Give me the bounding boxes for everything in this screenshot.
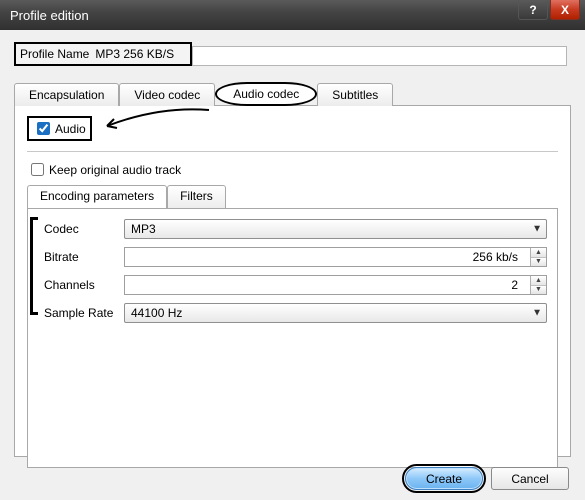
channels-spin-buttons: ▲ ▼: [530, 276, 546, 294]
chevron-down-icon: ▼: [532, 224, 542, 235]
bitrate-value: 256 kb/s: [125, 250, 546, 264]
bitrate-up[interactable]: ▲: [531, 248, 546, 258]
channels-spinbox[interactable]: 2 ▲ ▼: [124, 275, 547, 295]
dialog-footer: Create Cancel: [405, 467, 569, 490]
sample-rate-label: Sample Rate: [38, 306, 124, 320]
profile-name-label: Profile Name: [20, 47, 89, 61]
tab-filters[interactable]: Filters: [167, 185, 226, 209]
annotation-bracket: [30, 217, 38, 315]
audio-checkbox[interactable]: [37, 122, 50, 135]
codec-dropdown[interactable]: MP3 ▼: [124, 219, 547, 239]
bitrate-label: Bitrate: [38, 250, 124, 264]
tab-encoding-parameters[interactable]: Encoding parameters: [27, 185, 167, 209]
audio-checkbox-box: Audio: [27, 116, 92, 141]
channels-down[interactable]: ▼: [531, 286, 546, 295]
codec-value: MP3: [131, 222, 156, 236]
tab-audio-codec[interactable]: Audio codec: [215, 82, 317, 106]
encoding-subtabs: Encoding parameters Filters: [27, 185, 558, 209]
bitrate-spinbox[interactable]: 256 kb/s ▲ ▼: [124, 247, 547, 267]
annotation-arrow: [99, 104, 229, 134]
chevron-down-icon: ▼: [532, 308, 542, 319]
cancel-button[interactable]: Cancel: [491, 467, 569, 490]
bitrate-down[interactable]: ▼: [531, 258, 546, 267]
audio-codec-panel: Audio Keep original audio track Encoding…: [14, 105, 571, 457]
tab-video-codec[interactable]: Video codec: [119, 83, 215, 106]
profile-name-value[interactable]: MP3 256 KB/S: [95, 47, 174, 61]
audio-checkbox-row[interactable]: Audio: [33, 119, 86, 138]
codec-tabs: Encapsulation Video codec Audio codec Su…: [14, 80, 571, 106]
sample-rate-value: 44100 Hz: [131, 306, 182, 320]
profile-name-box: Profile Name MP3 256 KB/S: [14, 42, 192, 66]
sample-rate-row: Sample Rate 44100 Hz ▼: [38, 303, 547, 323]
encoding-parameters-panel: Codec MP3 ▼ Bitrate 256 kb/s ▲ ▼ Channel…: [27, 208, 558, 468]
window-title: Profile edition: [10, 8, 89, 23]
channels-up[interactable]: ▲: [531, 276, 546, 286]
keep-original-row[interactable]: Keep original audio track: [27, 160, 558, 179]
codec-row: Codec MP3 ▼: [38, 219, 547, 239]
codec-label: Codec: [38, 222, 124, 236]
channels-label: Channels: [38, 278, 124, 292]
tab-subtitles[interactable]: Subtitles: [317, 83, 393, 106]
channels-value: 2: [125, 278, 546, 292]
keep-original-checkbox[interactable]: [31, 163, 44, 176]
help-button[interactable]: ?: [518, 0, 548, 20]
close-icon: X: [561, 3, 569, 17]
dialog-body: Profile Name MP3 256 KB/S Encapsulation …: [0, 30, 585, 500]
bitrate-spin-buttons: ▲ ▼: [530, 248, 546, 266]
titlebar: Profile edition ? X: [0, 0, 585, 30]
audio-checkbox-label: Audio: [55, 122, 86, 136]
channels-row: Channels 2 ▲ ▼: [38, 275, 547, 295]
help-icon: ?: [529, 3, 536, 17]
bitrate-row: Bitrate 256 kb/s ▲ ▼: [38, 247, 547, 267]
keep-original-label: Keep original audio track: [49, 163, 181, 177]
profile-name-input[interactable]: [192, 46, 567, 66]
create-button[interactable]: Create: [405, 467, 483, 490]
tab-encapsulation[interactable]: Encapsulation: [14, 83, 119, 106]
close-button[interactable]: X: [550, 0, 580, 20]
divider: [27, 151, 558, 152]
sample-rate-dropdown[interactable]: 44100 Hz ▼: [124, 303, 547, 323]
